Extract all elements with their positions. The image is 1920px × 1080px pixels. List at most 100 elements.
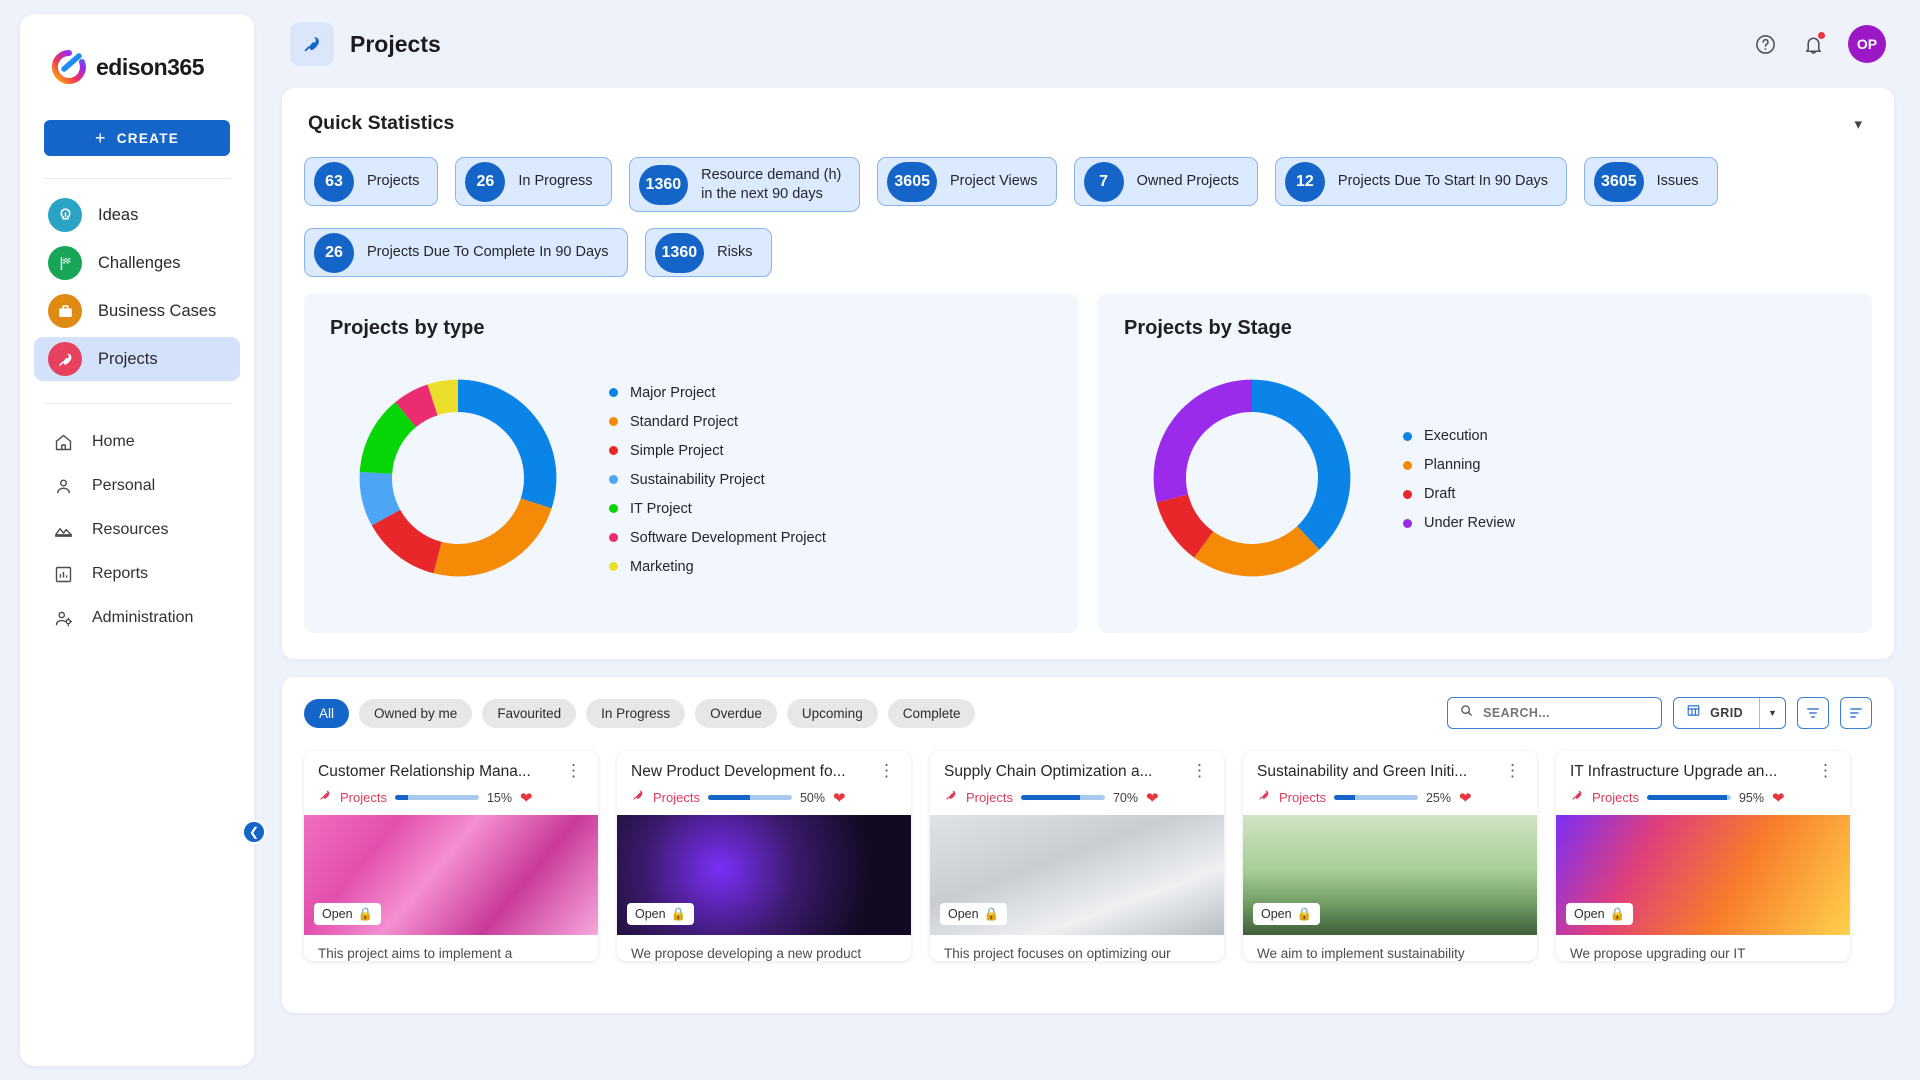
favourite-heart-icon[interactable]: ❤ <box>1146 789 1159 807</box>
legend-item[interactable]: Sustainability Project <box>609 472 826 488</box>
bell-icon[interactable] <box>1800 31 1826 57</box>
search-box[interactable] <box>1447 697 1663 729</box>
project-card-thumbnail: Open 🔒 <box>930 815 1224 935</box>
donut-segment[interactable] <box>1193 525 1319 576</box>
donut-chart-projects-by-stage <box>1124 350 1379 605</box>
filter-chip-upcoming[interactable]: Upcoming <box>786 698 878 728</box>
stat-pill-in-progress[interactable]: 26 In Progress <box>455 157 612 206</box>
stat-pill-projects-due-to-start[interactable]: 12 Projects Due To Start In 90 Days <box>1274 157 1568 206</box>
sidebar-item-business-cases[interactable]: Business Cases <box>34 289 240 333</box>
project-card-title: New Product Development fo... <box>631 763 846 780</box>
search-input[interactable] <box>1483 706 1651 720</box>
project-card-menu-button[interactable]: ⋮ <box>561 762 586 779</box>
favourite-heart-icon[interactable]: ❤ <box>1772 789 1785 807</box>
stat-label-line1: Resource demand (h) <box>701 167 842 184</box>
project-card-menu-button[interactable]: ⋮ <box>1187 762 1212 779</box>
sort-button[interactable] <box>1840 697 1872 729</box>
project-card-meta: Projects 95% ❤ <box>1570 788 1838 807</box>
donut-segment[interactable] <box>1251 379 1350 550</box>
filter-button[interactable] <box>1797 697 1829 729</box>
filter-chip-all[interactable]: All <box>304 698 350 728</box>
project-card-menu-button[interactable]: ⋮ <box>874 762 899 779</box>
stat-label: Issues <box>1656 173 1699 190</box>
project-card[interactable]: Supply Chain Optimization a... ⋮ Project… <box>930 751 1224 961</box>
sidebar-item-resources[interactable]: Resources <box>34 508 240 552</box>
app-root: edison365 + CREATE Ideas Challenges Busi… <box>0 0 1920 1080</box>
filter-chip-overdue[interactable]: Overdue <box>695 698 777 728</box>
stat-pill-projects-due-to-complete[interactable]: 26 Projects Due To Complete In 90 Days <box>304 228 628 277</box>
favourite-heart-icon[interactable]: ❤ <box>1459 789 1472 807</box>
sidebar-item-challenges[interactable]: Challenges <box>34 241 240 285</box>
sidebar-item-home[interactable]: Home <box>34 420 240 464</box>
edison365-logo-icon <box>51 49 86 84</box>
sidebar-item-personal[interactable]: Personal <box>34 464 240 508</box>
avatar[interactable]: OP <box>1848 25 1886 63</box>
sidebar-item-administration[interactable]: Administration <box>34 596 240 640</box>
sidebar-item-projects[interactable]: Projects <box>34 337 240 381</box>
notification-dot <box>1818 32 1825 39</box>
stat-pill-issues[interactable]: 3605 Issues <box>1584 157 1718 206</box>
sidebar-item-label: Resources <box>92 521 169 538</box>
legend-color-dot <box>609 446 618 455</box>
favourite-heart-icon[interactable]: ❤ <box>833 789 846 807</box>
project-card-thumbnail: Open 🔒 <box>617 815 911 935</box>
legend-color-dot <box>609 388 618 397</box>
filter-chip-favourited[interactable]: Favourited <box>482 698 577 728</box>
favourite-heart-icon[interactable]: ❤ <box>520 789 533 807</box>
project-card-title-row: Customer Relationship Mana... ⋮ <box>318 762 586 781</box>
stat-pill-risks[interactable]: 1360 Risks <box>644 228 772 277</box>
rocket-icon <box>318 788 332 807</box>
project-card[interactable]: IT Infrastructure Upgrade an... ⋮ Projec… <box>1556 751 1850 961</box>
stat-value: 1360 <box>654 232 705 273</box>
sidebar-item-reports[interactable]: Reports <box>34 552 240 596</box>
view-mode-label: GRID <box>1710 706 1743 720</box>
legend-item[interactable]: Draft <box>1403 486 1515 502</box>
stat-pill-project-views[interactable]: 3605 Project Views <box>877 157 1057 206</box>
create-button[interactable]: + CREATE <box>44 120 230 156</box>
sidebar-item-label: Administration <box>92 609 194 626</box>
project-cards: Customer Relationship Mana... ⋮ Projects… <box>304 751 1872 961</box>
stat-value: 26 <box>314 232 354 273</box>
project-card-tag: Projects <box>966 790 1013 805</box>
project-card-thumbnail: Open 🔒 <box>1243 815 1537 935</box>
progress-bar <box>1646 795 1731 800</box>
main-area: Projects OP Quick Statistics ▾ 63 Projec… <box>270 0 1920 1080</box>
project-card[interactable]: New Product Development fo... ⋮ Projects… <box>617 751 911 961</box>
view-mode-button[interactable]: GRID ▼ <box>1673 697 1786 729</box>
legend-item[interactable]: Execution <box>1403 428 1515 444</box>
donut-segment[interactable] <box>457 379 556 508</box>
help-circle-icon[interactable] <box>1752 31 1778 57</box>
stat-pill-projects[interactable]: 63 Projects <box>304 157 439 206</box>
chart-legend: Major Project Standard Project Simple Proj… <box>609 381 826 575</box>
filter-chip-owned-by-me[interactable]: Owned by me <box>359 698 473 728</box>
view-mode-main[interactable]: GRID <box>1674 698 1759 728</box>
donut-segment[interactable] <box>1153 379 1252 502</box>
legend-item[interactable]: Under Review <box>1403 515 1515 531</box>
project-card-menu-button[interactable]: ⋮ <box>1813 762 1838 779</box>
rocket-icon <box>944 788 958 807</box>
legend-item[interactable]: Simple Project <box>609 443 826 459</box>
filter-chip-complete[interactable]: Complete <box>887 698 976 728</box>
filter-chip-in-progress[interactable]: In Progress <box>586 698 686 728</box>
sidebar-collapse-button[interactable]: ❮ <box>242 820 266 844</box>
progress-percent: 50% <box>799 790 825 805</box>
chart-bar-icon <box>52 563 74 585</box>
quick-statistics-header: Quick Statistics ▾ <box>304 112 1872 135</box>
legend-label: Software Development Project <box>630 529 826 546</box>
project-card[interactable]: Customer Relationship Mana... ⋮ Projects… <box>304 751 598 961</box>
legend-item[interactable]: Major Project <box>609 385 826 401</box>
legend-item[interactable]: Marketing <box>609 559 826 575</box>
project-card-menu-button[interactable]: ⋮ <box>1500 762 1525 779</box>
donut-segment[interactable] <box>433 497 552 576</box>
stat-pill-resource-demand[interactable]: 1360 Resource demand (h) in the next 90 … <box>628 157 861 212</box>
stat-pill-owned-projects[interactable]: 7 Owned Projects <box>1073 157 1258 206</box>
chevron-down-icon[interactable]: ▾ <box>1854 115 1868 133</box>
sidebar-item-ideas[interactable]: Ideas <box>34 193 240 237</box>
legend-item[interactable]: IT Project <box>609 501 826 517</box>
project-card[interactable]: Sustainability and Green Initi... ⋮ Proj… <box>1243 751 1537 961</box>
legend-item[interactable]: Software Development Project <box>609 530 826 546</box>
progress-percent: 70% <box>1112 790 1138 805</box>
legend-item[interactable]: Planning <box>1403 457 1515 473</box>
caret-down-icon[interactable]: ▼ <box>1759 698 1785 728</box>
legend-item[interactable]: Standard Project <box>609 414 826 430</box>
